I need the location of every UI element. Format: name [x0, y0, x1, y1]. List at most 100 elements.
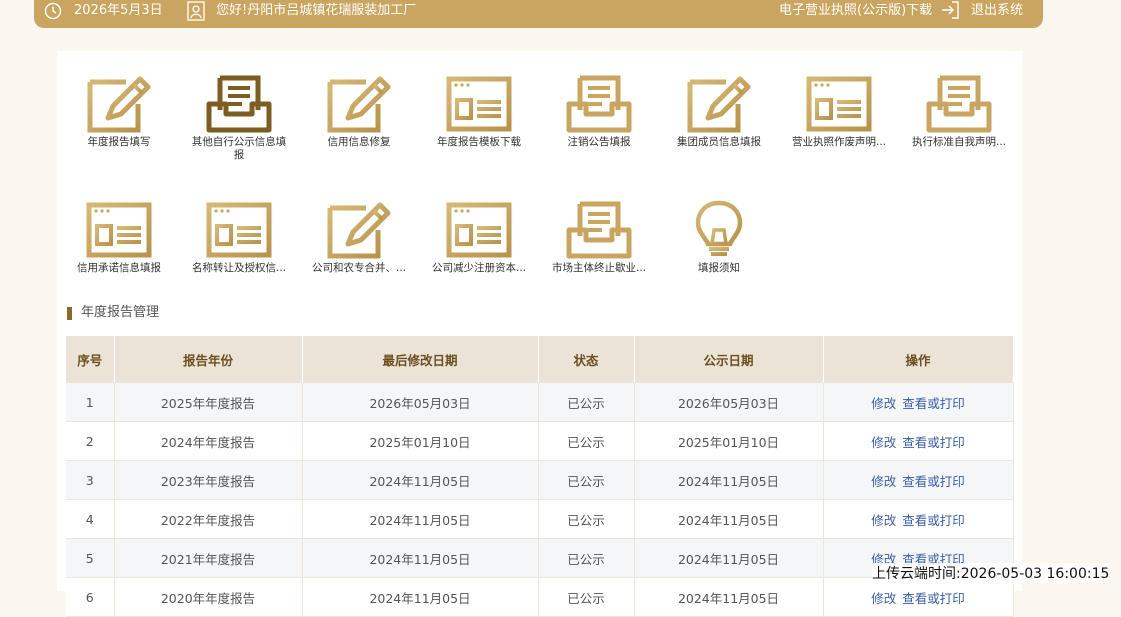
- cell-status: 已公示: [538, 538, 635, 578]
- tile-2[interactable]: 其他自行公示信息填报: [181, 74, 297, 162]
- table-row: 6 2020年年度报告 2024年11月05日 已公示 2024年11月05日 修改 查看或…: [66, 577, 1014, 617]
- inbox-icon: [566, 74, 632, 134]
- cell-report-year: 2020年年度报告: [114, 577, 303, 617]
- clock-icon: [44, 2, 62, 20]
- view-print-link[interactable]: 查看或打印: [902, 435, 965, 450]
- table-row: 1 2025年年度报告 2026年05月03日 已公示 2026年05月03日 修改 查看或…: [66, 383, 1014, 422]
- cell-last-modified: 2024年11月05日: [302, 538, 539, 578]
- view-print-link[interactable]: 查看或打印: [902, 396, 965, 411]
- cell-actions: 修改 查看或打印: [823, 499, 1014, 539]
- view-print-link[interactable]: 查看或打印: [902, 474, 965, 489]
- cell-report-year: 2023年年度报告: [114, 460, 303, 500]
- cell-index: 6: [66, 577, 115, 617]
- window-list-icon: [206, 200, 272, 260]
- cell-status: 已公示: [538, 499, 635, 539]
- tile-12[interactable]: 公司减少注册资本...: [421, 200, 537, 275]
- table-row: 2 2024年年度报告 2025年01月10日 已公示 2025年01月10日 修改 查看或…: [66, 421, 1014, 461]
- header-status: 状态: [538, 336, 635, 383]
- tile-label: 信用承诺信息填报: [77, 262, 161, 274]
- tile-label: 信用信息修复: [327, 136, 391, 148]
- license-download-link[interactable]: 电子营业执照(公示版)下载: [779, 2, 932, 20]
- tile-14[interactable]: 填报须知: [661, 200, 777, 275]
- tile-label: 其他自行公示信息填报: [191, 136, 287, 161]
- window-list-icon: [806, 74, 872, 134]
- tile-5[interactable]: 注销公告填报: [541, 74, 657, 149]
- tile-11[interactable]: 公司和农专合并、...: [301, 200, 417, 275]
- tile-label: 执行标准自我声明...: [911, 136, 1006, 148]
- window-list-icon: [86, 200, 152, 260]
- tile-1[interactable]: 年度报告填写: [61, 74, 177, 149]
- tile-label: 集团成员信息填报: [677, 136, 761, 148]
- cell-publish-date: 2024年11月05日: [634, 577, 824, 617]
- view-print-link[interactable]: 查看或打印: [902, 591, 965, 606]
- logout-icon[interactable]: [940, 0, 960, 20]
- cell-last-modified: 2024年11月05日: [302, 460, 539, 500]
- table-row: 3 2023年年度报告 2024年11月05日 已公示 2024年11月05日 修改 查看或…: [66, 460, 1014, 500]
- tile-label: 营业执照作废声明...: [791, 136, 886, 148]
- tile-7[interactable]: 营业执照作废声明...: [781, 74, 897, 149]
- tile-6[interactable]: 集团成员信息填报: [661, 74, 777, 149]
- tile-3[interactable]: 信用信息修复: [301, 74, 417, 149]
- tile-label: 公司和农专合并、...: [311, 262, 406, 274]
- edit-doc-icon: [326, 200, 392, 260]
- window-list-icon: [446, 74, 512, 134]
- cell-index: 4: [66, 499, 115, 539]
- cell-index: 2: [66, 421, 115, 461]
- tile-label: 公司减少注册资本...: [431, 262, 526, 274]
- cell-report-year: 2024年年度报告: [114, 421, 303, 461]
- view-print-link[interactable]: 查看或打印: [902, 513, 965, 528]
- header-last-modified: 最后修改日期: [302, 336, 539, 383]
- cell-publish-date: 2026年05月03日: [634, 383, 824, 422]
- cell-actions: 修改 查看或打印: [823, 421, 1014, 461]
- tile-9[interactable]: 信用承诺信息填报: [61, 200, 177, 275]
- inbox-icon: [926, 74, 992, 134]
- edit-doc-icon: [326, 74, 392, 134]
- tile-label: 注销公告填报: [567, 136, 631, 148]
- cell-status: 已公示: [538, 460, 635, 500]
- cell-last-modified: 2025年01月10日: [302, 421, 539, 461]
- cell-actions: 修改 查看或打印: [823, 577, 1014, 617]
- header-report-year: 报告年份: [114, 336, 303, 383]
- section-title: 年度报告管理: [67, 304, 159, 322]
- tile-4[interactable]: 年度报告模板下载: [421, 74, 537, 149]
- cell-status: 已公示: [538, 577, 635, 617]
- tile-8[interactable]: 执行标准自我声明...: [901, 74, 1017, 149]
- cell-publish-date: 2024年11月05日: [634, 499, 824, 539]
- tile-10[interactable]: 名称转让及授权信...: [181, 200, 297, 275]
- cell-status: 已公示: [538, 421, 635, 461]
- cell-last-modified: 2024年11月05日: [302, 499, 539, 539]
- cell-actions: 修改 查看或打印: [823, 383, 1014, 422]
- current-date: 2026年5月3日: [74, 3, 163, 18]
- cell-index: 1: [66, 383, 115, 422]
- cell-publish-date: 2024年11月05日: [634, 538, 824, 578]
- tile-label: 填报须知: [698, 262, 740, 274]
- tile-label: 名称转让及授权信...: [191, 262, 286, 274]
- tile-13[interactable]: 市场主体终止歇业...: [541, 200, 657, 275]
- tile-label: 年度报告填写: [87, 136, 151, 148]
- cell-status: 已公示: [538, 383, 635, 422]
- table-header-row: 序号 报告年份 最后修改日期 状态 公示日期 操作: [66, 336, 1014, 383]
- lightbulb-icon: [686, 200, 752, 260]
- top-bar: 2026年5月3日 您好!丹阳市吕城镇花瑞服装加工厂 电子营业执照(公示版)下载…: [34, 0, 1043, 28]
- edit-link[interactable]: 修改: [871, 435, 896, 450]
- edit-link[interactable]: 修改: [871, 513, 896, 528]
- tile-label: 年度报告模板下载: [437, 136, 521, 148]
- cell-last-modified: 2026年05月03日: [302, 383, 539, 422]
- header-actions: 操作: [823, 336, 1014, 383]
- cell-publish-date: 2024年11月05日: [634, 460, 824, 500]
- cell-report-year: 2021年年度报告: [114, 538, 303, 578]
- edit-doc-icon: [686, 74, 752, 134]
- header-index: 序号: [66, 336, 115, 383]
- table-row: 4 2022年年度报告 2024年11月05日 已公示 2024年11月05日 修改 查看或…: [66, 499, 1014, 539]
- cell-index: 5: [66, 538, 115, 578]
- edit-link[interactable]: 修改: [871, 591, 896, 606]
- cell-index: 3: [66, 460, 115, 500]
- header-publish-date: 公示日期: [634, 336, 824, 383]
- edit-link[interactable]: 修改: [871, 396, 896, 411]
- edit-link[interactable]: 修改: [871, 474, 896, 489]
- window-list-icon: [446, 200, 512, 260]
- logout-button[interactable]: 退出系统: [971, 2, 1023, 20]
- user-greeting: 您好!丹阳市吕城镇花瑞服装加工厂: [216, 3, 417, 18]
- cell-report-year: 2022年年度报告: [114, 499, 303, 539]
- inbox-icon: [566, 200, 632, 260]
